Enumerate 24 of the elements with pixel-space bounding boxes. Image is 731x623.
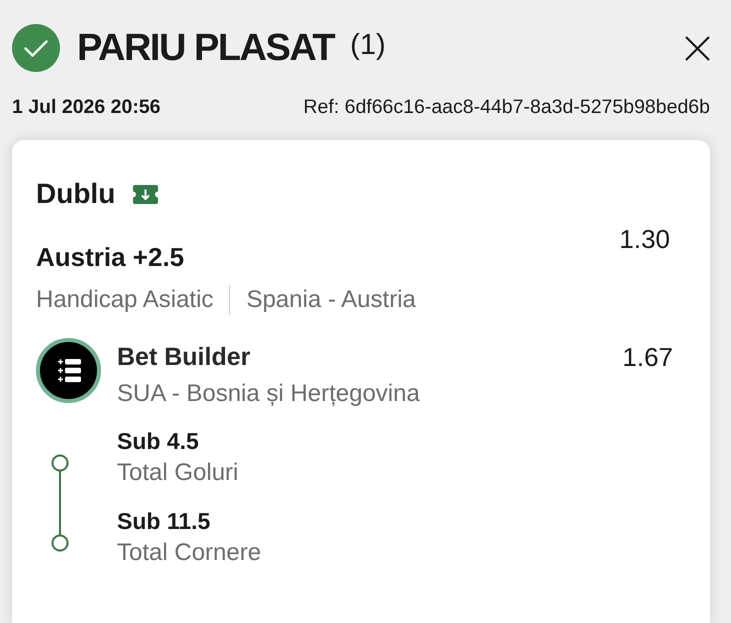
leg-market: Total Cornere	[117, 539, 262, 567]
ticket-icon	[133, 184, 158, 204]
bet-builder-list-icon	[36, 338, 101, 403]
leg-pick: Sub 11.5	[117, 507, 212, 535]
bet-count: (1)	[350, 28, 386, 63]
event-name: Spania - Austria	[246, 286, 416, 314]
leg-node-icon	[52, 534, 68, 552]
close-button[interactable]	[685, 36, 710, 60]
leg-market: Total Goluri	[117, 459, 240, 487]
market-name: Handicap Asiatic	[36, 286, 214, 314]
check-icon	[12, 24, 60, 72]
header-title: PARIU PLASAT	[77, 26, 334, 71]
selection-odds: 1.30	[619, 223, 670, 255]
placed-date: 1 Jul 2026 20:56	[12, 96, 161, 118]
close-icon	[685, 36, 710, 60]
leg-node-icon	[52, 454, 68, 472]
selection-odds: 1.67	[622, 341, 673, 373]
event-name: SUA - Bosnia și Herțegovina	[117, 380, 421, 408]
leg-pick: Sub 4.5	[117, 427, 200, 455]
bet-type: Dublu	[36, 178, 116, 210]
selection-pick: Austria +2.5	[36, 242, 184, 272]
reference-id: Ref: 6df66c16-aac8-44b7-8a3d-5275b98bed6b	[303, 96, 710, 118]
connector-line	[59, 471, 61, 535]
bet-builder-title: Bet Builder	[117, 342, 250, 373]
